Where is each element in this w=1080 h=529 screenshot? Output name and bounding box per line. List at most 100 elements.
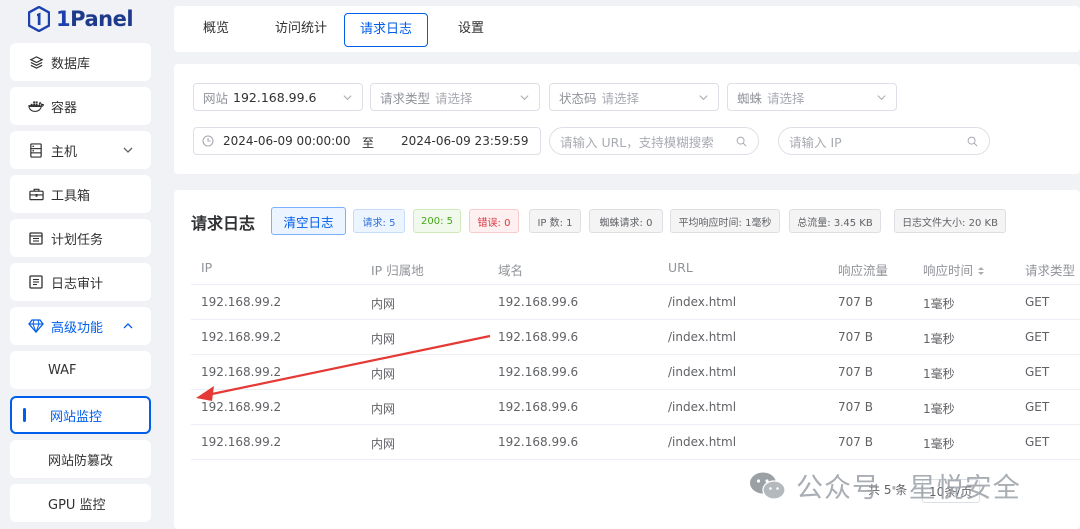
table-cell: 内网 <box>371 437 396 451</box>
sidebar-item-database[interactable]: 数据库 <box>10 43 151 81</box>
stat-badge-avg-response: 平均响应时间: 1毫秒 <box>670 209 780 233</box>
sidebar-subitem-label: WAF <box>48 362 77 378</box>
request-type-select[interactable]: 请求类型 请选择 <box>370 83 540 111</box>
table-row: 192.168.99.2 内网 192.168.99.6/index.html 707… <box>191 320 1080 355</box>
panel-logo-icon <box>28 6 50 32</box>
table-cell: 1毫秒 <box>923 437 955 451</box>
table-cell: GET <box>1025 295 1050 309</box>
sidebar-item-label: 数据库 <box>51 56 91 72</box>
chevron-down-icon <box>343 95 352 101</box>
table-cell: /index.html <box>668 435 737 449</box>
app-logo[interactable]: 1Panel <box>28 4 134 34</box>
search-icon[interactable] <box>967 136 978 147</box>
stat-badge-log-size: 日志文件大小: 20 KB <box>894 209 1006 233</box>
table-cell: /index.html <box>668 400 737 414</box>
sidebar-item-label: 主机 <box>51 144 78 160</box>
spider-select[interactable]: 蜘蛛 请选择 <box>727 83 897 111</box>
tab-access-stats[interactable]: 访问统计 <box>265 13 337 47</box>
date-end[interactable]: 2024-06-09 23:59:59 <box>401 134 528 148</box>
col-domain: 域名 <box>498 263 524 278</box>
tab-settings[interactable]: 设置 <box>442 13 500 47</box>
tab-request-log[interactable]: 请求日志 <box>344 13 428 47</box>
sidebar-subitem-tamper-proof[interactable]: 网站防篡改 <box>10 440 151 478</box>
sort-icon[interactable] <box>977 266 985 276</box>
tab-bar: 概览 访问统计 请求日志 设置 <box>174 6 1080 52</box>
table-cell: 内网 <box>371 297 396 311</box>
site-select-value: 192.168.99.6 <box>233 89 317 105</box>
chevron-up-icon <box>123 323 133 329</box>
ip-search-input[interactable]: 请输入 IP <box>778 127 990 155</box>
watermark-text: 公众号 · 星悦安全 <box>796 473 1021 504</box>
stat-badge-spider: 蜘蛛请求: 0 <box>589 209 663 233</box>
table-cell: /index.html <box>668 330 737 344</box>
sidebar-subitem-gpu-monitor[interactable]: GPU 监控 <box>10 484 151 522</box>
search-icon[interactable] <box>736 136 747 147</box>
date-range-picker[interactable]: 2024-06-09 00:00:00 至 2024-06-09 23:59:5… <box>193 127 541 155</box>
table-cell: 707 B <box>838 295 873 309</box>
docker-icon <box>28 98 44 114</box>
table-cell: 1毫秒 <box>923 332 955 346</box>
sidebar-item-log-audit[interactable]: 日志审计 <box>10 263 151 301</box>
log-table: IP IP 归属地 域名 URL 响应流量 响应时间 请求类型 192.168.… <box>191 249 1080 460</box>
sidebar-subitem-label: 网站监控 <box>50 409 103 425</box>
status-code-label: 状态码 <box>559 90 597 106</box>
spider-label: 蜘蛛 <box>737 90 763 106</box>
diamond-icon <box>28 318 44 334</box>
table-cell: 707 B <box>838 330 873 344</box>
col-ip: IP <box>201 260 213 275</box>
url-search-input[interactable]: 请输入 URL，支持模糊搜索 <box>549 127 759 155</box>
table-cell: 内网 <box>371 402 396 416</box>
sidebar-item-label: 日志审计 <box>51 276 104 292</box>
table-cell: 192.168.99.2 <box>201 295 282 309</box>
database-icon <box>28 54 44 70</box>
table-cell: 192.168.99.2 <box>201 365 282 379</box>
ip-search-placeholder: 请输入 IP <box>789 134 842 150</box>
col-response-time[interactable]: 响应时间 <box>923 260 985 279</box>
table-cell: 192.168.99.6 <box>498 400 579 414</box>
sidebar-item-advanced[interactable]: 高级功能 <box>10 307 151 345</box>
sidebar-item-host[interactable]: 主机 <box>10 131 151 169</box>
table-cell: GET <box>1025 365 1050 379</box>
table-cell: GET <box>1025 400 1050 414</box>
col-request-type: 请求类型 <box>1025 263 1076 278</box>
table-cell: 192.168.99.6 <box>498 330 579 344</box>
table-cell: 707 B <box>838 365 873 379</box>
site-select-label: 网站 <box>203 90 229 106</box>
table-cell: /index.html <box>668 295 737 309</box>
tab-overview[interactable]: 概览 <box>187 13 245 47</box>
stat-badge-200: 200: 5 <box>413 209 461 233</box>
table-cell: 内网 <box>371 332 396 346</box>
table-cell: 707 B <box>838 400 873 414</box>
table-cell: GET <box>1025 330 1050 344</box>
sidebar-subitem-site-monitor[interactable]: 网站监控 <box>10 396 151 434</box>
table-cell: 192.168.99.2 <box>201 330 282 344</box>
sidebar-item-cron[interactable]: 计划任务 <box>10 219 151 257</box>
date-separator: 至 <box>362 136 375 150</box>
status-code-placeholder: 请选择 <box>601 90 640 106</box>
sidebar-subitem-waf[interactable]: WAF <box>10 351 151 389</box>
table-cell: GET <box>1025 435 1050 449</box>
clock-icon <box>202 135 214 147</box>
sidebar-item-label: 高级功能 <box>51 320 104 336</box>
table-cell: /index.html <box>668 365 737 379</box>
date-start[interactable]: 2024-06-09 00:00:00 <box>223 134 350 148</box>
calendar-icon <box>28 230 44 246</box>
status-code-select[interactable]: 状态码 请选择 <box>549 83 719 111</box>
clear-log-button[interactable]: 清空日志 <box>271 207 346 235</box>
table-cell: 1毫秒 <box>923 367 955 381</box>
request-type-placeholder: 请选择 <box>435 90 473 106</box>
table-cell: 192.168.99.6 <box>498 435 579 449</box>
url-search-placeholder: 请输入 URL，支持模糊搜索 <box>560 134 714 150</box>
site-select[interactable]: 网站 192.168.99.6 <box>193 83 363 111</box>
toolbox-icon <box>28 186 44 202</box>
table-cell: 707 B <box>838 435 873 449</box>
col-ip-location: IP 归属地 <box>371 263 424 278</box>
table-cell: 192.168.99.6 <box>498 365 579 379</box>
sidebar-item-toolbox[interactable]: 工具箱 <box>10 175 151 213</box>
table-header: IP IP 归属地 域名 URL 响应流量 响应时间 请求类型 <box>191 249 1080 285</box>
sidebar-item-container[interactable]: 容器 <box>10 87 151 125</box>
sidebar-item-label: 工具箱 <box>51 188 91 204</box>
sidebar-item-label: 计划任务 <box>51 232 104 248</box>
spider-placeholder: 请选择 <box>767 90 805 106</box>
sidebar-subitem-label: 网站防篡改 <box>48 453 114 469</box>
